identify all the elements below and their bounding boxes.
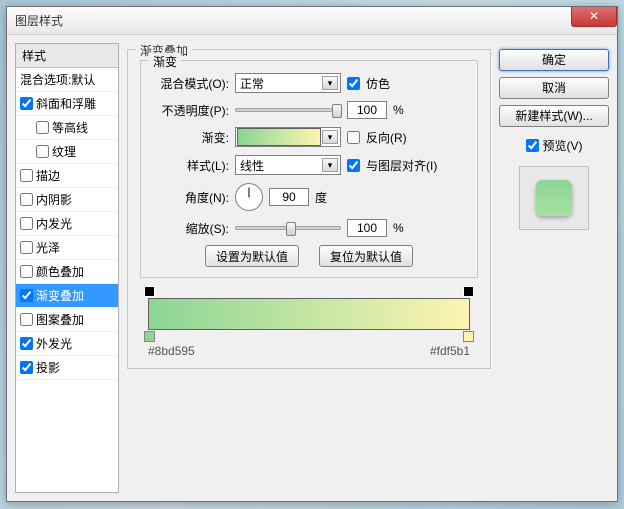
- close-icon: ✕: [589, 9, 599, 23]
- color-stop-right[interactable]: [463, 331, 474, 342]
- set-default-button[interactable]: 设置为默认值: [205, 245, 299, 267]
- style-item-label: 等高线: [52, 119, 88, 136]
- right-panel: 确定 取消 新建样式(W)... 预览(V): [499, 43, 609, 493]
- style-item-label: 内阴影: [36, 191, 72, 208]
- reverse-checkbox[interactable]: [347, 131, 360, 144]
- dither-checkbox[interactable]: [347, 77, 360, 90]
- gradient-label: 渐变:: [151, 129, 229, 146]
- style-item[interactable]: 描边: [16, 164, 118, 188]
- style-item[interactable]: 颜色叠加: [16, 260, 118, 284]
- titlebar[interactable]: 图层样式 ✕: [7, 7, 617, 35]
- style-select[interactable]: 线性 ▾: [235, 155, 341, 175]
- layer-style-dialog: 图层样式 ✕ 样式 混合选项:默认 斜面和浮雕等高线纹理描边内阴影内发光光泽颜色…: [6, 6, 618, 502]
- style-item-label: 图案叠加: [36, 311, 84, 328]
- opacity-stop-right[interactable]: [463, 286, 474, 297]
- style-item[interactable]: 光泽: [16, 236, 118, 260]
- new-style-button[interactable]: 新建样式(W)...: [499, 105, 609, 127]
- style-item-label: 外发光: [36, 335, 72, 352]
- blend-mode-label: 混合模式(O):: [151, 75, 229, 92]
- opacity-label: 不透明度(P):: [151, 102, 229, 119]
- styles-header: 样式: [16, 44, 118, 68]
- gradient-overlay-group: 渐变叠加 渐变 混合模式(O): 正常 ▾ 仿色 不透明度(P):: [127, 49, 491, 369]
- style-checkbox[interactable]: [36, 145, 49, 158]
- preview-swatch: [519, 166, 589, 230]
- window-title: 图层样式: [15, 12, 63, 29]
- scale-label: 缩放(S):: [151, 220, 229, 237]
- style-checkbox[interactable]: [20, 361, 33, 374]
- align-label: 与图层对齐(I): [366, 157, 437, 174]
- align-checkbox[interactable]: [347, 159, 360, 172]
- reset-default-button[interactable]: 复位为默认值: [319, 245, 413, 267]
- scale-slider[interactable]: [235, 226, 341, 230]
- angle-dial[interactable]: [235, 183, 263, 211]
- angle-input[interactable]: [269, 188, 309, 206]
- color-left-label: #8bd595: [148, 344, 195, 358]
- scale-input[interactable]: [347, 219, 387, 237]
- style-item[interactable]: 外发光: [16, 332, 118, 356]
- gradient-picker[interactable]: ▾: [235, 127, 341, 147]
- style-item[interactable]: 等高线: [16, 116, 118, 140]
- style-item[interactable]: 斜面和浮雕: [16, 92, 118, 116]
- opacity-stop-left[interactable]: [144, 286, 155, 297]
- style-item-label: 纹理: [52, 143, 76, 160]
- style-checkbox[interactable]: [20, 241, 33, 254]
- style-item-label: 描边: [36, 167, 60, 184]
- reverse-label: 反向(R): [366, 129, 407, 146]
- gradient-editor: #8bd595 #fdf5b1: [140, 298, 478, 358]
- close-button[interactable]: ✕: [571, 7, 617, 27]
- chevron-down-icon: ▾: [322, 130, 338, 144]
- style-label: 样式(L):: [151, 157, 229, 174]
- chevron-down-icon: ▾: [322, 76, 338, 90]
- angle-label: 角度(N):: [151, 189, 229, 206]
- styles-list: 样式 混合选项:默认 斜面和浮雕等高线纹理描边内阴影内发光光泽颜色叠加渐变叠加图…: [15, 43, 119, 493]
- style-checkbox[interactable]: [20, 193, 33, 206]
- gradient-settings: 渐变 混合模式(O): 正常 ▾ 仿色 不透明度(P):: [140, 60, 478, 278]
- preview-label: 预览(V): [543, 137, 583, 154]
- cancel-button[interactable]: 取消: [499, 77, 609, 99]
- style-item[interactable]: 渐变叠加: [16, 284, 118, 308]
- ok-button[interactable]: 确定: [499, 49, 609, 71]
- style-checkbox[interactable]: [20, 265, 33, 278]
- style-checkbox[interactable]: [20, 337, 33, 350]
- style-item[interactable]: 投影: [16, 356, 118, 380]
- style-item-label: 投影: [36, 359, 60, 376]
- opacity-slider[interactable]: [235, 108, 341, 112]
- blend-options-item[interactable]: 混合选项:默认: [16, 68, 118, 92]
- style-checkbox[interactable]: [20, 169, 33, 182]
- style-item[interactable]: 纹理: [16, 140, 118, 164]
- gradient-bar[interactable]: [148, 298, 470, 330]
- style-checkbox[interactable]: [20, 217, 33, 230]
- color-right-label: #fdf5b1: [430, 344, 470, 358]
- center-panel: 渐变叠加 渐变 混合模式(O): 正常 ▾ 仿色 不透明度(P):: [127, 43, 491, 493]
- dither-label: 仿色: [366, 75, 390, 92]
- inner-title: 渐变: [149, 53, 181, 70]
- style-item-label: 颜色叠加: [36, 263, 84, 280]
- style-checkbox[interactable]: [20, 97, 33, 110]
- style-item-label: 斜面和浮雕: [36, 95, 96, 112]
- opacity-input[interactable]: [347, 101, 387, 119]
- style-item[interactable]: 内发光: [16, 212, 118, 236]
- preview-checkbox[interactable]: [526, 139, 539, 152]
- chevron-down-icon: ▾: [322, 158, 338, 172]
- style-item-label: 渐变叠加: [36, 287, 84, 304]
- style-item[interactable]: 图案叠加: [16, 308, 118, 332]
- style-checkbox[interactable]: [36, 121, 49, 134]
- style-checkbox[interactable]: [20, 289, 33, 302]
- style-item-label: 光泽: [36, 239, 60, 256]
- blend-mode-select[interactable]: 正常 ▾: [235, 73, 341, 93]
- color-stop-left[interactable]: [144, 331, 155, 342]
- style-checkbox[interactable]: [20, 313, 33, 326]
- style-item[interactable]: 内阴影: [16, 188, 118, 212]
- style-item-label: 内发光: [36, 215, 72, 232]
- preview-swatch-inner: [536, 180, 572, 216]
